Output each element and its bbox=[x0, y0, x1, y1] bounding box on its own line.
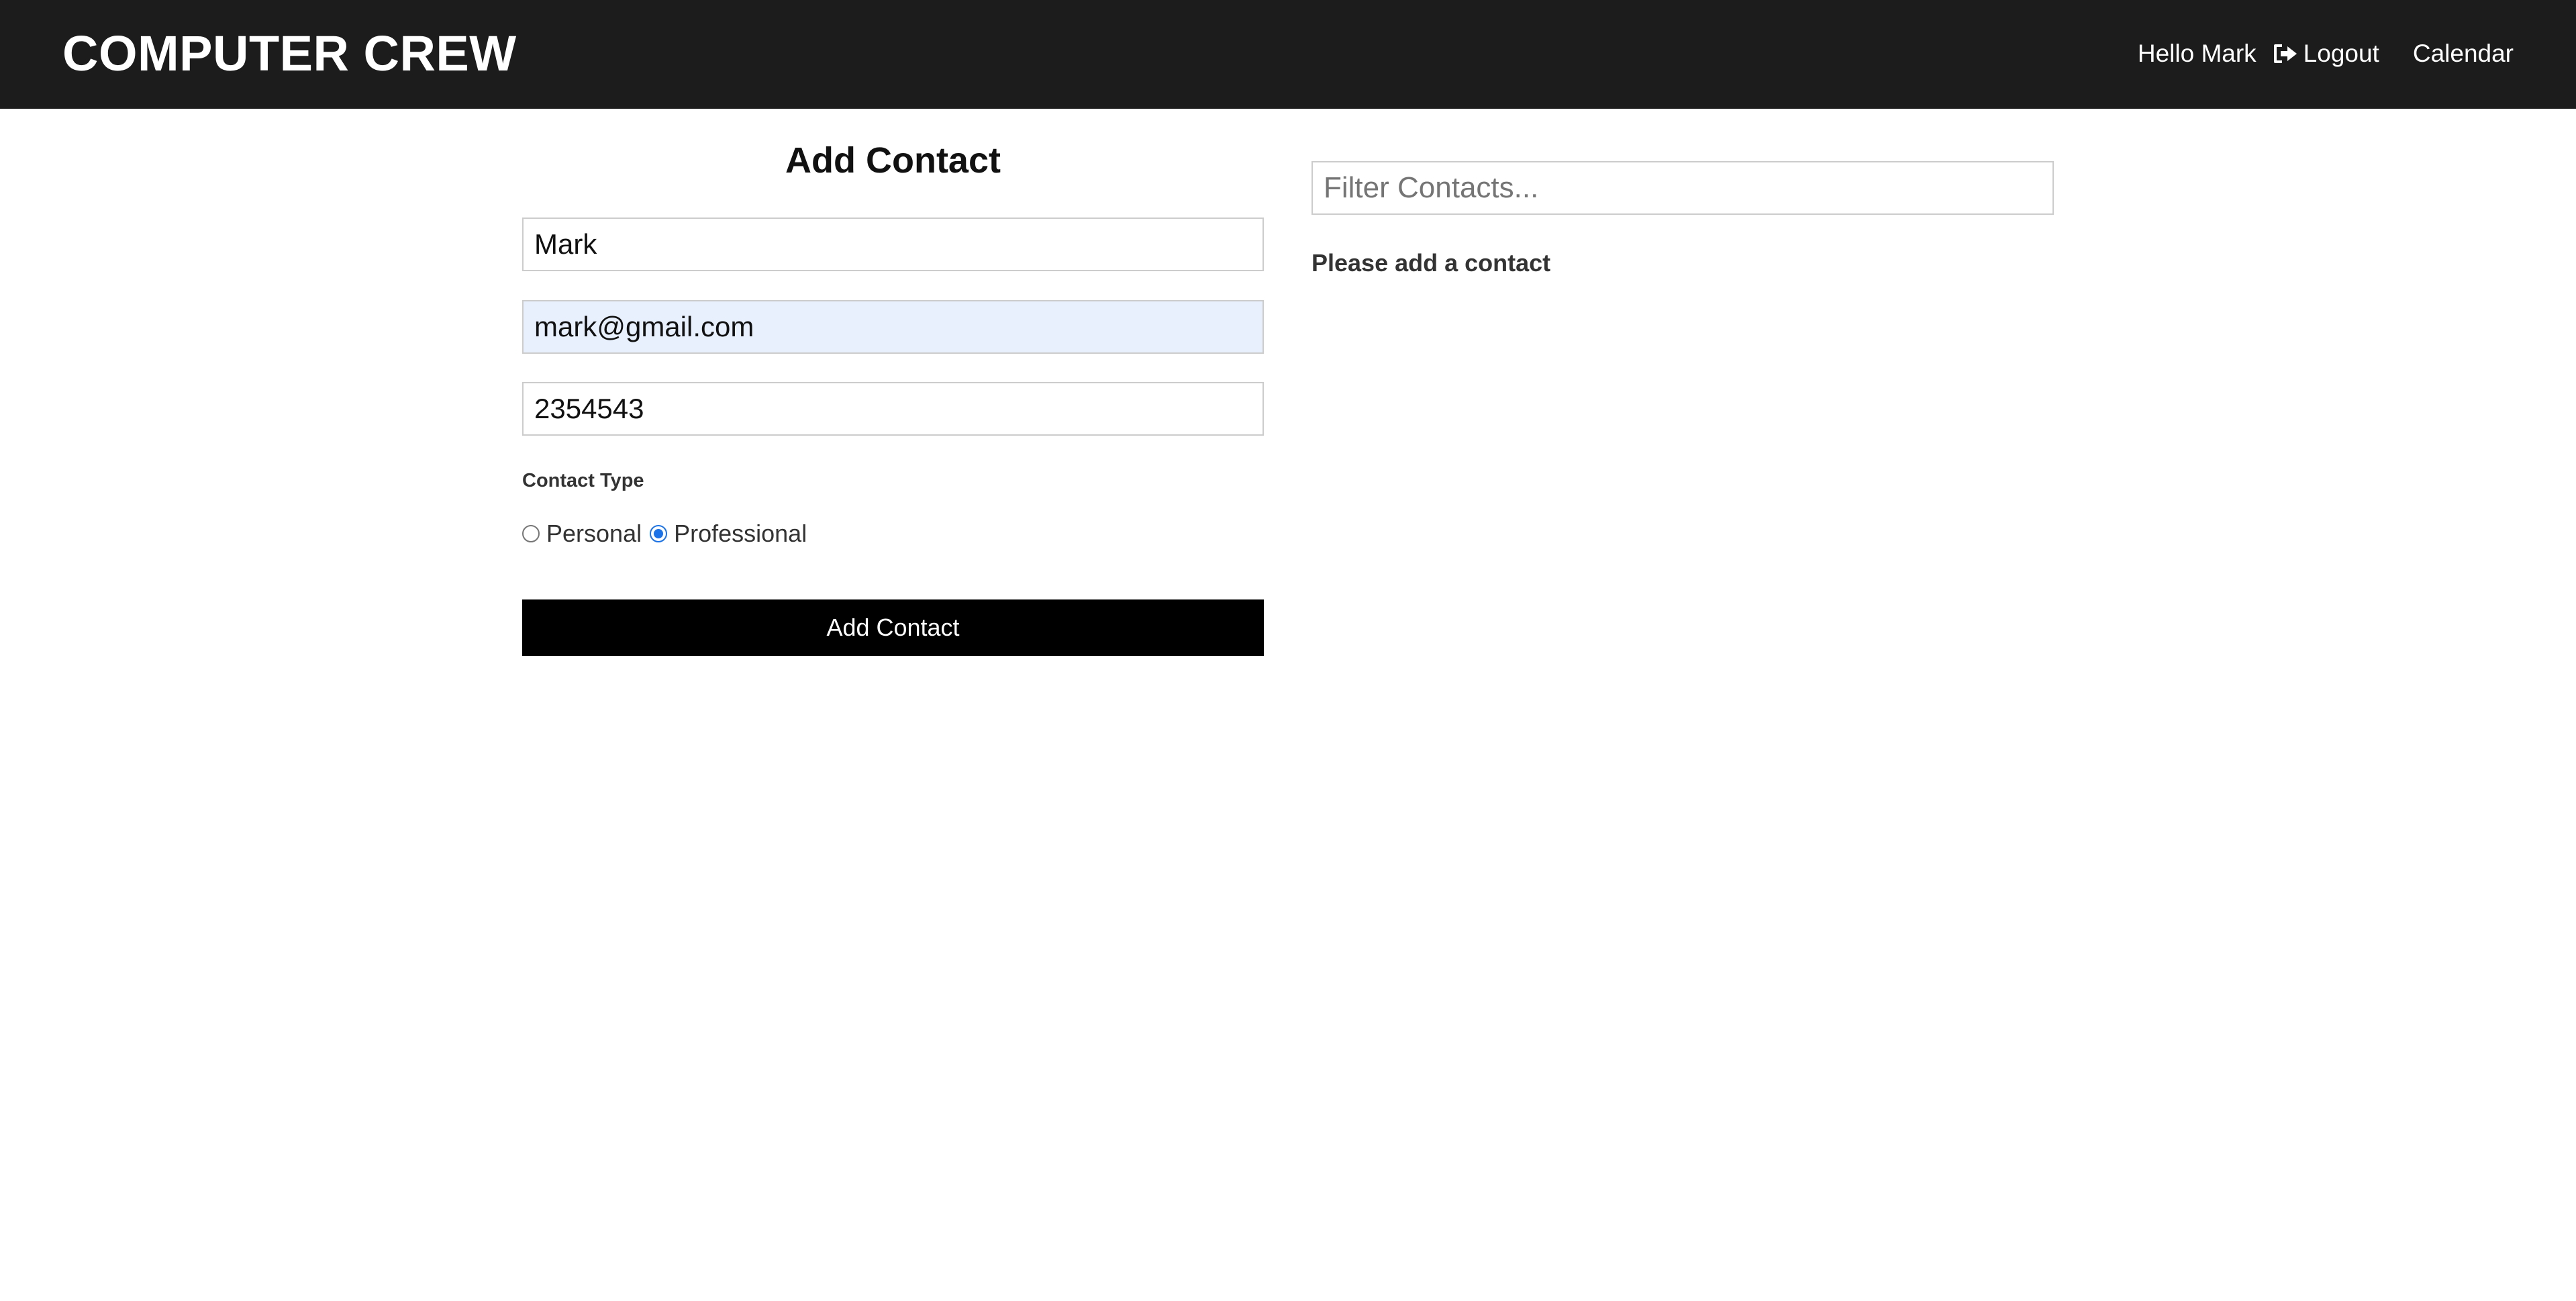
contact-type-heading: Contact Type bbox=[522, 470, 644, 491]
personal-radio-label[interactable]: Personal bbox=[546, 520, 642, 548]
professional-radio[interactable] bbox=[650, 525, 668, 542]
contact-type-radio-group: Personal Professional bbox=[522, 517, 815, 550]
personal-radio[interactable] bbox=[522, 525, 540, 542]
navbar: COMPUTER CREW Hello Mark Logout Calendar bbox=[0, 0, 2576, 109]
professional-radio-label[interactable]: Professional bbox=[674, 520, 807, 548]
phone-input[interactable] bbox=[522, 382, 1264, 436]
user-greeting: Hello Mark bbox=[2137, 40, 2257, 67]
filter-contacts-input[interactable] bbox=[1311, 161, 2054, 215]
calendar-link[interactable]: Calendar bbox=[2413, 40, 2514, 68]
calendar-label: Calendar bbox=[2412, 40, 2514, 67]
nav-links: Hello Mark Logout Calendar bbox=[2138, 35, 2514, 73]
email-input[interactable] bbox=[522, 300, 1264, 354]
logout-label: Logout bbox=[2303, 40, 2379, 67]
empty-contacts-message: Please add a contact bbox=[1311, 249, 1551, 277]
logout-link[interactable]: Logout bbox=[2273, 40, 2379, 68]
add-contact-button[interactable]: Add Contact bbox=[522, 599, 1264, 656]
brand-title: COMPUTER CREW bbox=[62, 26, 517, 81]
name-input[interactable] bbox=[522, 218, 1264, 271]
sign-out-icon bbox=[2273, 44, 2297, 63]
form-title: Add Contact bbox=[785, 140, 1001, 181]
